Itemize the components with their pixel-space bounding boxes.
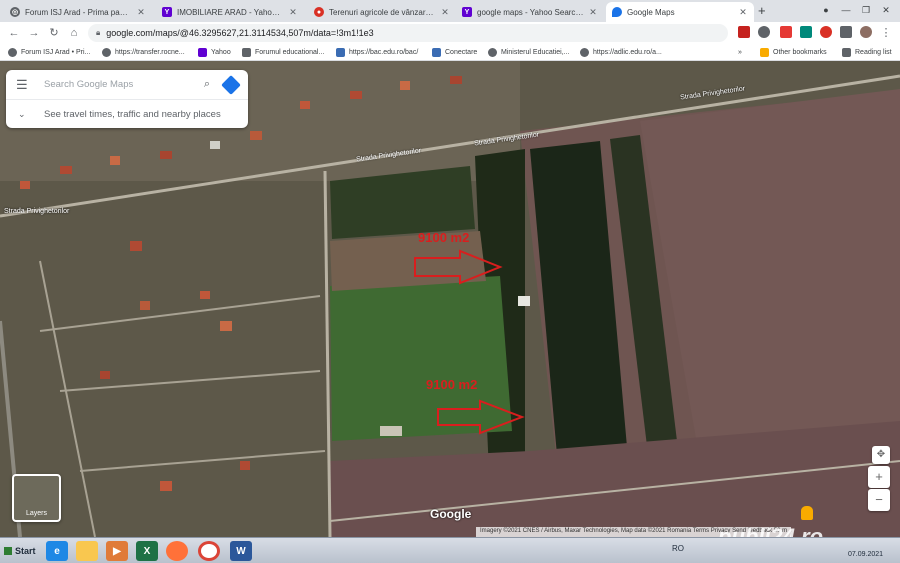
search-icon[interactable]: ⌕ (196, 78, 218, 91)
close-window-icon[interactable]: ✕ (878, 2, 894, 18)
street-label: Strada Privighetorilor (4, 208, 70, 215)
home-icon[interactable]: ⌂ (66, 25, 82, 41)
folder-icon (760, 48, 769, 57)
chevron-down-icon: ⌄ (18, 108, 26, 119)
tab-label: Terenuri agricole de vânzare în județ... (329, 7, 436, 17)
close-icon[interactable]: ✕ (136, 7, 146, 18)
tab-label: Google Maps (627, 7, 675, 17)
extension-icon[interactable] (758, 26, 770, 38)
yahoo-icon: Y (462, 7, 472, 17)
tab-forum-isj[interactable]: ◎ Forum ISJ Arad - Prima pagină ✕ (4, 2, 152, 22)
other-bookmarks[interactable]: Other bookmarks (760, 46, 827, 59)
close-icon[interactable]: ✕ (288, 7, 298, 18)
globe-icon (580, 48, 589, 57)
globe-icon: ◎ (10, 7, 20, 17)
travel-hint-text: See travel times, traffic and nearby pla… (44, 108, 221, 120)
windows-logo-icon (4, 547, 12, 555)
area-annotation: 9100 m2 (426, 377, 478, 392)
bookmark-item[interactable]: Forum ISJ Arad • Pri... (8, 46, 90, 59)
address-bar[interactable]: 🔒︎ google.com/maps/@46.3295627,21.311453… (88, 24, 728, 42)
more-menu-icon[interactable]: ⋮ (878, 25, 894, 41)
satellite-imagery (0, 61, 900, 537)
back-arrow-icon[interactable]: ← (6, 25, 22, 41)
bookmark-item[interactable]: https://adlic.edu.ro/a... (580, 46, 662, 59)
extension-icon[interactable] (800, 26, 812, 38)
layers-button[interactable]: Layers (12, 474, 61, 522)
extension-icon[interactable] (738, 26, 750, 38)
site-icon: ● (314, 7, 324, 17)
tab-strip: ◎ Forum ISJ Arad - Prima pagină ✕ Y IMOB… (0, 0, 900, 22)
ie-icon[interactable]: e (46, 541, 68, 561)
zoom-in-button[interactable]: + (868, 466, 890, 488)
clock-date: 07.09.2021 (848, 551, 884, 558)
close-icon[interactable]: ✕ (738, 7, 748, 18)
firefox-icon[interactable] (166, 541, 188, 561)
hamburger-menu-icon[interactable]: ☰ (16, 77, 36, 93)
yahoo-icon: Y (162, 7, 172, 17)
pdf-extension-icon[interactable] (780, 26, 792, 38)
minimize-icon[interactable]: — (838, 2, 854, 18)
bookmark-item[interactable]: https://transfer.rocne... (102, 46, 185, 59)
bookmark-item[interactable]: Forumul educational... (242, 46, 324, 59)
maps-pin-icon (612, 7, 622, 17)
close-icon[interactable]: ✕ (588, 7, 598, 18)
restore-icon[interactable]: ❐ (858, 2, 874, 18)
excel-icon[interactable]: X (136, 541, 158, 561)
travel-hint-row[interactable]: ⌄ See travel times, traffic and nearby p… (6, 99, 248, 128)
site-icon (336, 48, 345, 57)
chrome-icon[interactable] (198, 541, 220, 561)
lock-icon: 🔒︎ (96, 28, 101, 37)
reload-icon[interactable]: ↻ (46, 25, 62, 41)
profile-dot-icon[interactable]: ● (818, 2, 834, 18)
avatar[interactable] (860, 26, 872, 38)
bookmark-item[interactable]: https://bac.edu.ro/bac/ (336, 46, 418, 59)
close-icon[interactable]: ✕ (440, 7, 450, 18)
tab-label: google maps - Yahoo Search Results (477, 7, 584, 17)
tab-label: Forum ISJ Arad - Prima pagină (25, 7, 132, 17)
site-icon (242, 48, 251, 57)
language-indicator[interactable]: RO (672, 544, 684, 553)
compass-icon[interactable]: ✥ (872, 446, 890, 464)
globe-icon (8, 48, 17, 57)
pegman-icon[interactable] (801, 506, 813, 520)
windows-taskbar: Start e ▶ X W RO 07.09.2021 (0, 537, 900, 563)
url-text: google.com/maps/@46.3295627,21.3114534,5… (106, 28, 374, 38)
zoom-out-button[interactable]: − (868, 489, 890, 511)
reading-list[interactable]: Reading list (842, 46, 892, 59)
bookmark-item[interactable]: Conectare (432, 46, 477, 59)
bookmarks-bar: Forum ISJ Arad • Pri... https://transfer… (0, 44, 900, 61)
bookmark-item[interactable]: Ministerul Educatiei,... (488, 46, 569, 59)
forward-arrow-icon[interactable]: → (26, 25, 42, 41)
tab-google-maps[interactable]: Google Maps ✕ (606, 2, 754, 22)
globe-icon (102, 48, 111, 57)
search-input[interactable]: Search Google Maps (44, 79, 196, 90)
new-tab-button[interactable]: + (758, 3, 766, 18)
start-button[interactable]: Start (0, 540, 36, 562)
tab-google-maps-search[interactable]: Y google maps - Yahoo Search Results ✕ (456, 2, 604, 22)
google-logo: Google (430, 507, 472, 521)
satellite-map[interactable] (0, 61, 900, 537)
site-icon (432, 48, 441, 57)
maps-search-panel: ☰ Search Google Maps ⌕ ⌄ See travel time… (6, 70, 248, 128)
area-annotation: 9100 m2 (418, 230, 470, 245)
browser-toolbar: ← → ↻ ⌂ 🔒︎ google.com/maps/@46.3295627,2… (0, 22, 900, 44)
globe-icon (488, 48, 497, 57)
directions-icon[interactable] (221, 74, 241, 95)
media-icon[interactable]: ▶ (106, 541, 128, 561)
tab-terenuri[interactable]: ● Terenuri agricole de vânzare în județ.… (308, 2, 456, 22)
yahoo-icon (198, 48, 207, 57)
tab-imobiliare[interactable]: Y IMOBILIARE ARAD - Yahoo Search Resu...… (156, 2, 304, 22)
reading-list-icon (842, 48, 851, 57)
bookmark-item[interactable]: Yahoo (198, 46, 231, 59)
extension-icon[interactable] (820, 26, 832, 38)
explorer-icon[interactable] (76, 541, 98, 561)
word-icon[interactable]: W (230, 541, 252, 561)
puzzle-icon[interactable] (840, 26, 852, 38)
chevron-right-icon[interactable]: » (738, 46, 742, 59)
tab-label: IMOBILIARE ARAD - Yahoo Search Resu... (177, 7, 284, 17)
layers-label: Layers (25, 510, 47, 517)
search-row: ☰ Search Google Maps ⌕ (6, 70, 248, 99)
